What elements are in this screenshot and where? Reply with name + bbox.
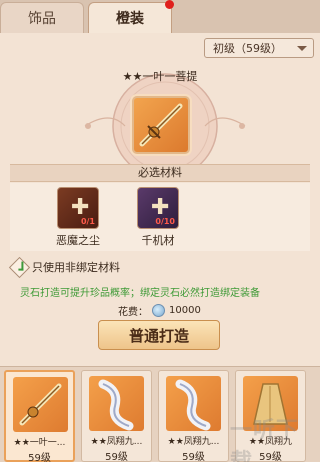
notification-dot-icon — [165, 0, 174, 9]
watermark: 一听下载 — [230, 418, 300, 462]
item-thumbnail — [166, 376, 221, 431]
item-thumbnail — [89, 376, 144, 431]
bind-option-label: 只使用非绑定材料 — [32, 261, 120, 274]
sword-icon — [139, 103, 183, 147]
bind-option-row[interactable]: 只使用非绑定材料 — [8, 256, 120, 278]
item-thumbnail — [13, 377, 68, 432]
material-slot[interactable]: ✚ 0/10 — [137, 187, 179, 229]
spirit-stone-icon — [152, 303, 165, 317]
material-slot[interactable]: ✚ 0/1 — [57, 187, 99, 229]
item-level: 59级 — [28, 453, 51, 462]
material-name: 恶魔之尘 — [56, 234, 100, 247]
check-icon — [18, 261, 24, 271]
level-filter-select[interactable]: 初级（59级） — [204, 38, 314, 58]
materials-list: ✚ 0/1 恶魔之尘 ✚ 0/10 千机材 — [10, 183, 310, 251]
tab-label: 橙装 — [116, 11, 144, 27]
cost-amount: 10000 — [169, 304, 201, 316]
material-name: 千机材 — [141, 234, 175, 247]
materials-section-title: 必选材料 — [10, 164, 310, 182]
list-item[interactable]: ★★凤翔九... 59级 — [81, 370, 152, 462]
list-item[interactable]: ★★一叶一... 59级 — [4, 370, 75, 462]
material-count: 0/10 — [155, 217, 175, 226]
cost-label: 花费： — [118, 306, 148, 318]
item-name: ★★凤翔九... — [90, 437, 143, 447]
tab-accessories[interactable]: 饰品 — [0, 2, 84, 33]
scarf-icon — [98, 379, 134, 431]
crafting-hint: 灵石打造可提升珍品概率；绑定灵石必然打造绑定装备 — [20, 288, 260, 299]
sword-icon — [19, 383, 62, 426]
tab-bar: 饰品 橙装 — [0, 0, 320, 33]
chevron-down-icon — [297, 46, 307, 51]
bind-option-checkbox[interactable] — [8, 256, 31, 278]
tab-orange-gear[interactable]: 橙装 — [88, 0, 174, 33]
craft-button[interactable]: 普通打造 — [98, 320, 220, 350]
target-item-slot[interactable] — [132, 96, 190, 154]
list-item[interactable]: ★★凤翔九... 59级 — [158, 370, 229, 462]
scarf-icon — [175, 379, 211, 431]
item-level: 59级 — [105, 452, 128, 462]
item-name: ★★凤翔九... — [167, 437, 220, 447]
cost-display: 花费： 10000 — [118, 302, 201, 318]
level-filter-value: 初级（59级） — [213, 42, 282, 55]
item-level: 59级 — [182, 452, 205, 462]
tab-label: 饰品 — [28, 11, 56, 27]
material-count: 0/1 — [80, 217, 95, 226]
plus-icon: ✚ — [151, 195, 170, 220]
plus-icon: ✚ — [71, 195, 90, 220]
target-item-name: ★★一叶一菩提 — [122, 70, 198, 83]
item-name: ★★一叶一... — [13, 438, 66, 448]
